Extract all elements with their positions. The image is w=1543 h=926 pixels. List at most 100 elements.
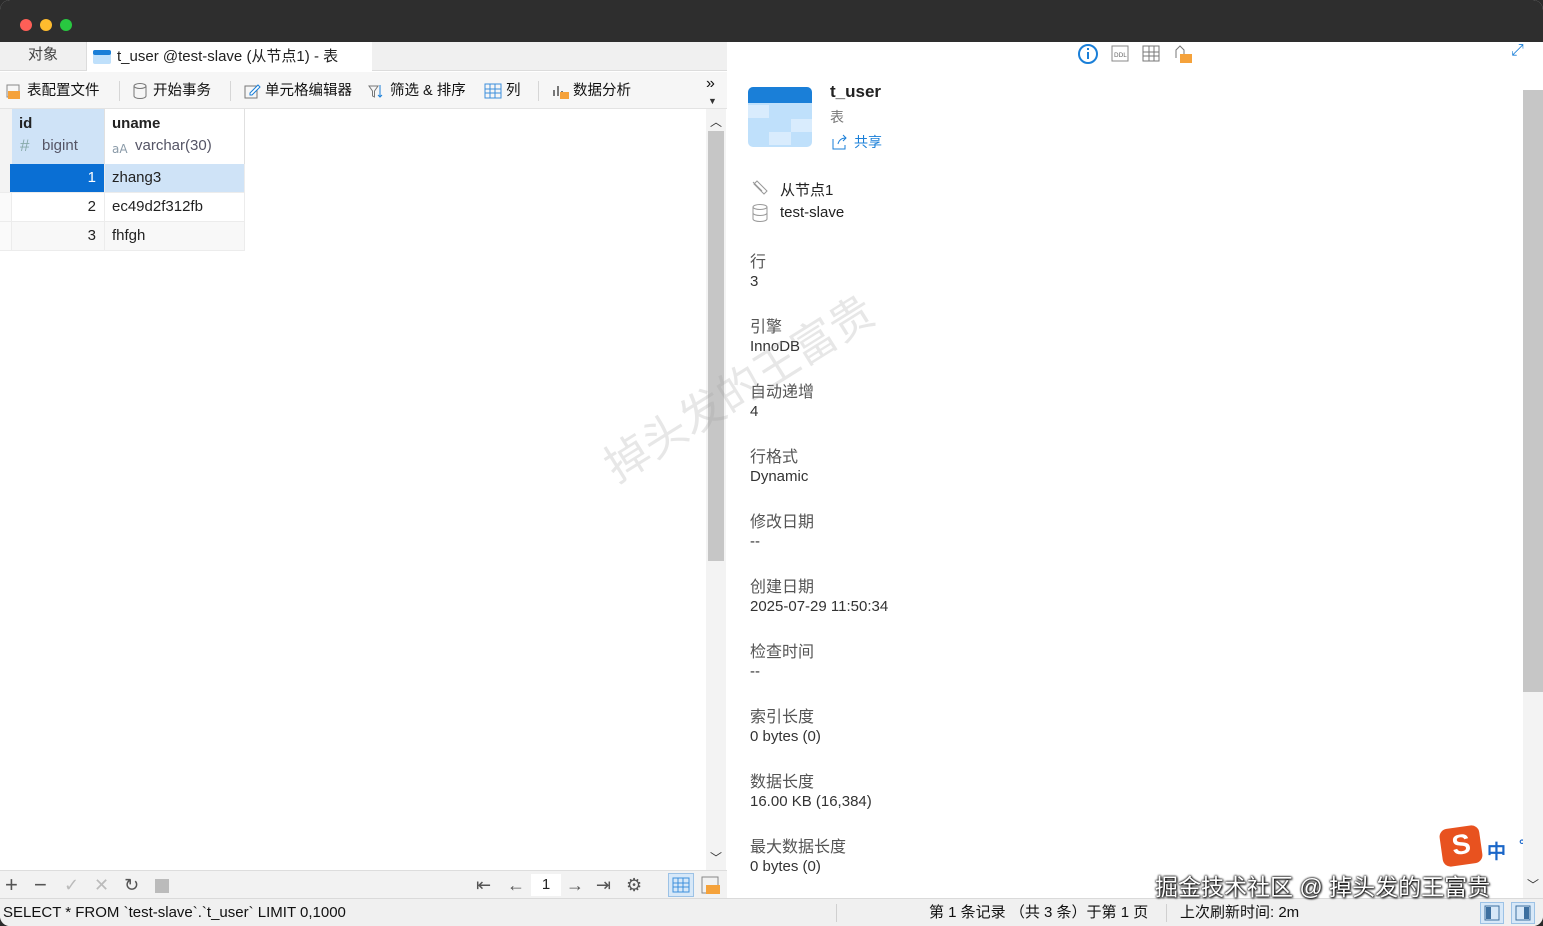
data-grid[interactable]: id # bigint uname aA varchar(30) 1 zhang… [0,109,706,870]
minimize-window-button[interactable] [40,19,52,31]
begin-transaction-button[interactable]: 开始事务 [131,79,211,103]
info-icon[interactable] [1077,43,1099,65]
object-name: t_user [830,82,882,101]
profile-icon [6,84,20,99]
column-header-id[interactable]: id # bigint [12,109,105,165]
cell-editor-button[interactable]: 单元格编辑器 [243,79,352,103]
first-page-icon[interactable]: ⇤ [476,875,491,896]
field-value-max-data-length: 0 bytes (0) [750,858,821,875]
next-page-icon[interactable]: → [566,875,584,896]
page-number-input[interactable]: 1 [531,874,561,896]
field-label-data-length: 数据长度 [750,774,815,791]
field-label-index-length: 索引长度 [750,709,815,726]
table-row[interactable]: 1 zhang3 [0,164,245,193]
close-window-button[interactable] [20,19,32,31]
scrollbar-thumb[interactable] [708,131,724,561]
previous-page-icon[interactable]: ← [507,875,525,896]
table-row[interactable]: 3 fhfgh [0,222,245,251]
toggle-right-pane-button[interactable] [1511,902,1535,924]
field-label-modified: 修改日期 [750,514,815,531]
tab-objects[interactable]: 对象 [0,42,87,70]
scroll-down-icon[interactable]: ﹀ [1527,876,1539,893]
field-value-rows: 3 [750,273,759,290]
column-name: id [19,115,33,132]
object-info-panel: DDL ⤢ t_user 表 共享 从节点1 test-slave 行 3 引擎… [727,42,1529,898]
toggle-left-pane-button[interactable] [1480,902,1504,924]
svg-text:aA: aA [112,142,128,156]
field-label-check-time: 检查时间 [750,644,815,661]
ddl-icon[interactable]: DDL [1110,44,1130,64]
table-cell[interactable]: 3 [12,222,105,251]
analysis-icon [553,86,569,99]
last-refresh-text: 上次刷新时间: 2m [1180,904,1300,921]
grid-navigation-bar: + − ✓ ✕ ↻ ⇤ ← 1 → ⇥ ⚙ [0,870,727,899]
scrollbar-thumb[interactable] [1523,90,1543,692]
row-header[interactable] [0,193,12,222]
table-large-icon [748,87,812,147]
share-icon [832,134,847,150]
table-cell[interactable]: 1 [12,164,105,193]
columns-button[interactable]: 列 [484,79,521,103]
layout-icon[interactable] [1141,44,1161,64]
field-value-data-length: 16.00 KB (16,384) [750,793,872,810]
form-view-button[interactable] [700,874,722,901]
share-button[interactable]: 共享 [830,132,882,152]
toolbar-divider [119,81,120,101]
more-tools-button[interactable]: » [706,72,715,96]
field-label-max-data-length: 最大数据长度 [750,839,847,856]
apply-changes-icon[interactable]: ✓ [64,875,79,896]
column-header-uname[interactable]: uname aA varchar(30) [105,109,245,165]
table-cell[interactable]: fhfgh [105,222,245,251]
credit-watermark: 掘金技术社区 @ 掉头发的王富贵 [1155,874,1491,900]
data-toolbar: 表配置文件 开始事务 单元格编辑器 筛选 & 排序 列 数据分析 » ▼ [0,72,727,109]
refresh-icon[interactable]: ↻ [124,875,139,896]
grid-view-icon [672,877,690,893]
table-cell[interactable]: ec49d2f312fb [105,193,245,222]
last-page-icon[interactable]: ⇥ [596,875,611,896]
delete-record-icon[interactable]: − [34,872,47,898]
grid-view-button[interactable] [668,873,694,897]
field-value-modified: -- [750,533,760,550]
add-record-icon[interactable]: + [5,872,18,898]
panel-left-icon [1484,905,1500,921]
database-icon [133,83,147,100]
discard-changes-icon[interactable]: ✕ [94,875,109,896]
row-header[interactable] [0,222,12,251]
tab-objects-label: 对象 [27,46,58,63]
column-type: varchar(30) [135,137,212,154]
scroll-down-icon[interactable]: ﹀ [710,849,722,866]
svg-text:DDL: DDL [1114,52,1127,59]
ime-mode-toggle[interactable]: 中 [1487,837,1506,864]
settings-icon[interactable]: ⚙ [626,875,642,896]
dropdown-arrow-icon[interactable]: ▼ [708,96,717,106]
table-profile-button[interactable]: 表配置文件 [5,79,100,103]
tab-t-user[interactable]: t_user @test-slave (从节点1) - 表 [87,42,372,71]
expand-icon[interactable]: ⤢ [1511,42,1524,60]
filter-sort-button[interactable]: 筛选 & 排序 [368,79,466,103]
info-scrollbar[interactable]: ﹀ [1523,90,1543,898]
field-value-row-format: Dynamic [750,468,809,485]
table-row[interactable]: 2 ec49d2f312fb [0,193,245,222]
hash-icon: # [20,136,30,155]
tab-t-user-label: t_user @test-slave (从节点1) - 表 [117,47,339,65]
panel-right-icon [1515,905,1531,921]
column-type: bigint [42,137,78,154]
columns-label: 列 [506,83,521,99]
field-label-row-format: 行格式 [750,449,799,466]
table-cell[interactable]: 2 [12,193,105,222]
table-profile-label: 表配置文件 [27,83,100,99]
sogou-s-icon: S [1449,827,1473,862]
enterprise-icon[interactable] [1172,43,1194,65]
zoom-window-button[interactable] [60,19,72,31]
row-header[interactable] [0,164,12,193]
data-analysis-button[interactable]: 数据分析 [551,79,631,103]
field-value-index-length: 0 bytes (0) [750,728,821,745]
sogou-ime-logo[interactable]: S [1438,824,1484,868]
stop-icon[interactable] [155,879,169,893]
columns-icon [484,83,502,99]
grid-scrollbar[interactable]: ︿ ﹀ [706,109,726,870]
table-cell[interactable]: zhang3 [105,164,245,193]
field-label-created: 创建日期 [750,579,815,596]
tab-bar: 对象 t_user @test-slave (从节点1) - 表 [0,42,727,71]
scroll-up-icon[interactable]: ︿ [710,113,722,130]
